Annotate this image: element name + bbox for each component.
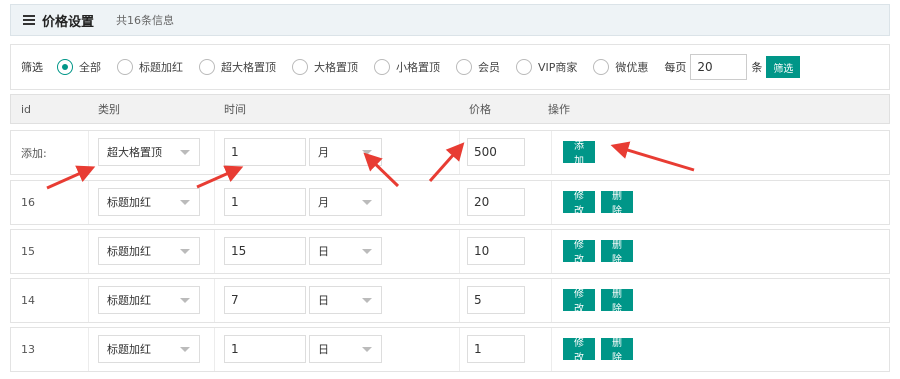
radio-checked-icon: [57, 59, 73, 75]
radio-icon: [374, 59, 390, 75]
row-id: 14: [21, 294, 35, 307]
table-row: 13 标题加红 1 日 1 修改 删除: [10, 327, 890, 372]
table-row: 14 标题加红 7 日 5 修改 删除: [10, 278, 890, 323]
category-select[interactable]: 标题加红: [98, 237, 200, 265]
add-row-label: 添加:: [21, 146, 47, 160]
chevron-down-icon: [362, 150, 372, 155]
edit-button[interactable]: 修改: [563, 240, 595, 266]
delete-button[interactable]: 删除: [601, 338, 633, 364]
add-row: 添加: 超大格置顶 1 月 500 添加: [10, 130, 890, 175]
chevron-down-icon: [180, 249, 190, 254]
chevron-down-icon: [362, 347, 372, 352]
category-select[interactable]: 标题加红: [98, 335, 200, 363]
row-id: 13: [21, 343, 35, 356]
chevron-down-icon: [362, 249, 372, 254]
chevron-down-icon: [362, 200, 372, 205]
duration-input[interactable]: 1: [224, 138, 306, 166]
duration-input[interactable]: 7: [224, 286, 306, 314]
radio-icon: [516, 59, 532, 75]
per-page-label: 每页: [664, 61, 687, 74]
radio-icon: [199, 59, 215, 75]
filter-bar: 筛选 全部 标题加红 超大格置顶 大格置顶 小格置顶 会员 VIP商家 微优惠 …: [10, 44, 890, 90]
category-select[interactable]: 超大格置顶: [98, 138, 200, 166]
duration-input[interactable]: 1: [224, 188, 306, 216]
filter-option-vip[interactable]: VIP商家: [516, 59, 577, 75]
delete-button[interactable]: 删除: [601, 289, 633, 315]
filter-option-xl-top[interactable]: 超大格置顶: [199, 59, 276, 75]
table-header: id 类别 时间 价格 操作: [10, 94, 890, 124]
unit-select[interactable]: 日: [309, 286, 382, 314]
filter-option-member[interactable]: 会员: [456, 59, 500, 75]
unit-select[interactable]: 日: [309, 237, 382, 265]
chevron-down-icon: [180, 200, 190, 205]
record-count: 共16条信息: [116, 14, 175, 27]
edit-button[interactable]: 修改: [563, 191, 595, 217]
add-button[interactable]: 添加: [563, 141, 595, 167]
unit-select[interactable]: 月: [309, 138, 382, 166]
category-select[interactable]: 标题加红: [98, 188, 200, 216]
filter-label: 筛选: [21, 61, 43, 74]
price-input[interactable]: 5: [467, 286, 525, 314]
radio-icon: [456, 59, 472, 75]
radio-icon: [593, 59, 610, 75]
category-select[interactable]: 标题加红: [98, 286, 200, 314]
table-row: 15 标题加红 15 日 10 修改 删除: [10, 229, 890, 274]
page-title: 价格设置: [42, 14, 95, 30]
chevron-down-icon: [180, 150, 190, 155]
table-row: 16 标题加红 1 月 20 修改 删除: [10, 180, 890, 225]
price-input[interactable]: 1: [467, 335, 525, 363]
filter-option-small-top[interactable]: 小格置顶: [374, 59, 440, 75]
column-header-id: id: [21, 102, 32, 116]
list-icon: [23, 15, 35, 25]
column-header-time: 时间: [224, 103, 246, 116]
column-header-category: 类别: [98, 103, 120, 116]
radio-icon: [117, 59, 133, 75]
chevron-down-icon: [180, 347, 190, 352]
unit-select[interactable]: 月: [309, 188, 382, 216]
column-header-price: 价格: [469, 103, 491, 116]
per-page-input[interactable]: [690, 54, 748, 80]
page-header: 价格设置 共16条信息: [10, 4, 890, 36]
price-input[interactable]: 20: [467, 188, 525, 216]
filter-option-all[interactable]: 全部: [57, 59, 101, 75]
delete-button[interactable]: 删除: [601, 240, 633, 266]
column-header-actions: 操作: [548, 103, 570, 116]
per-page-unit: 条: [751, 61, 763, 74]
row-id: 15: [21, 245, 35, 258]
filter-submit-button[interactable]: 筛选: [766, 56, 801, 78]
chevron-down-icon: [180, 298, 190, 303]
radio-icon: [292, 59, 308, 75]
edit-button[interactable]: 修改: [563, 289, 595, 315]
filter-option-micro-deal[interactable]: 微优惠: [593, 59, 648, 75]
chevron-down-icon: [362, 298, 372, 303]
edit-button[interactable]: 修改: [563, 338, 595, 364]
row-id: 16: [21, 196, 35, 209]
filter-option-large-top[interactable]: 大格置顶: [292, 59, 358, 75]
filter-option-title-red[interactable]: 标题加红: [117, 59, 183, 75]
price-input[interactable]: 10: [467, 237, 525, 265]
unit-select[interactable]: 日: [309, 335, 382, 363]
duration-input[interactable]: 15: [224, 237, 306, 265]
duration-input[interactable]: 1: [224, 335, 306, 363]
delete-button[interactable]: 删除: [601, 191, 633, 217]
price-input[interactable]: 500: [467, 138, 525, 166]
